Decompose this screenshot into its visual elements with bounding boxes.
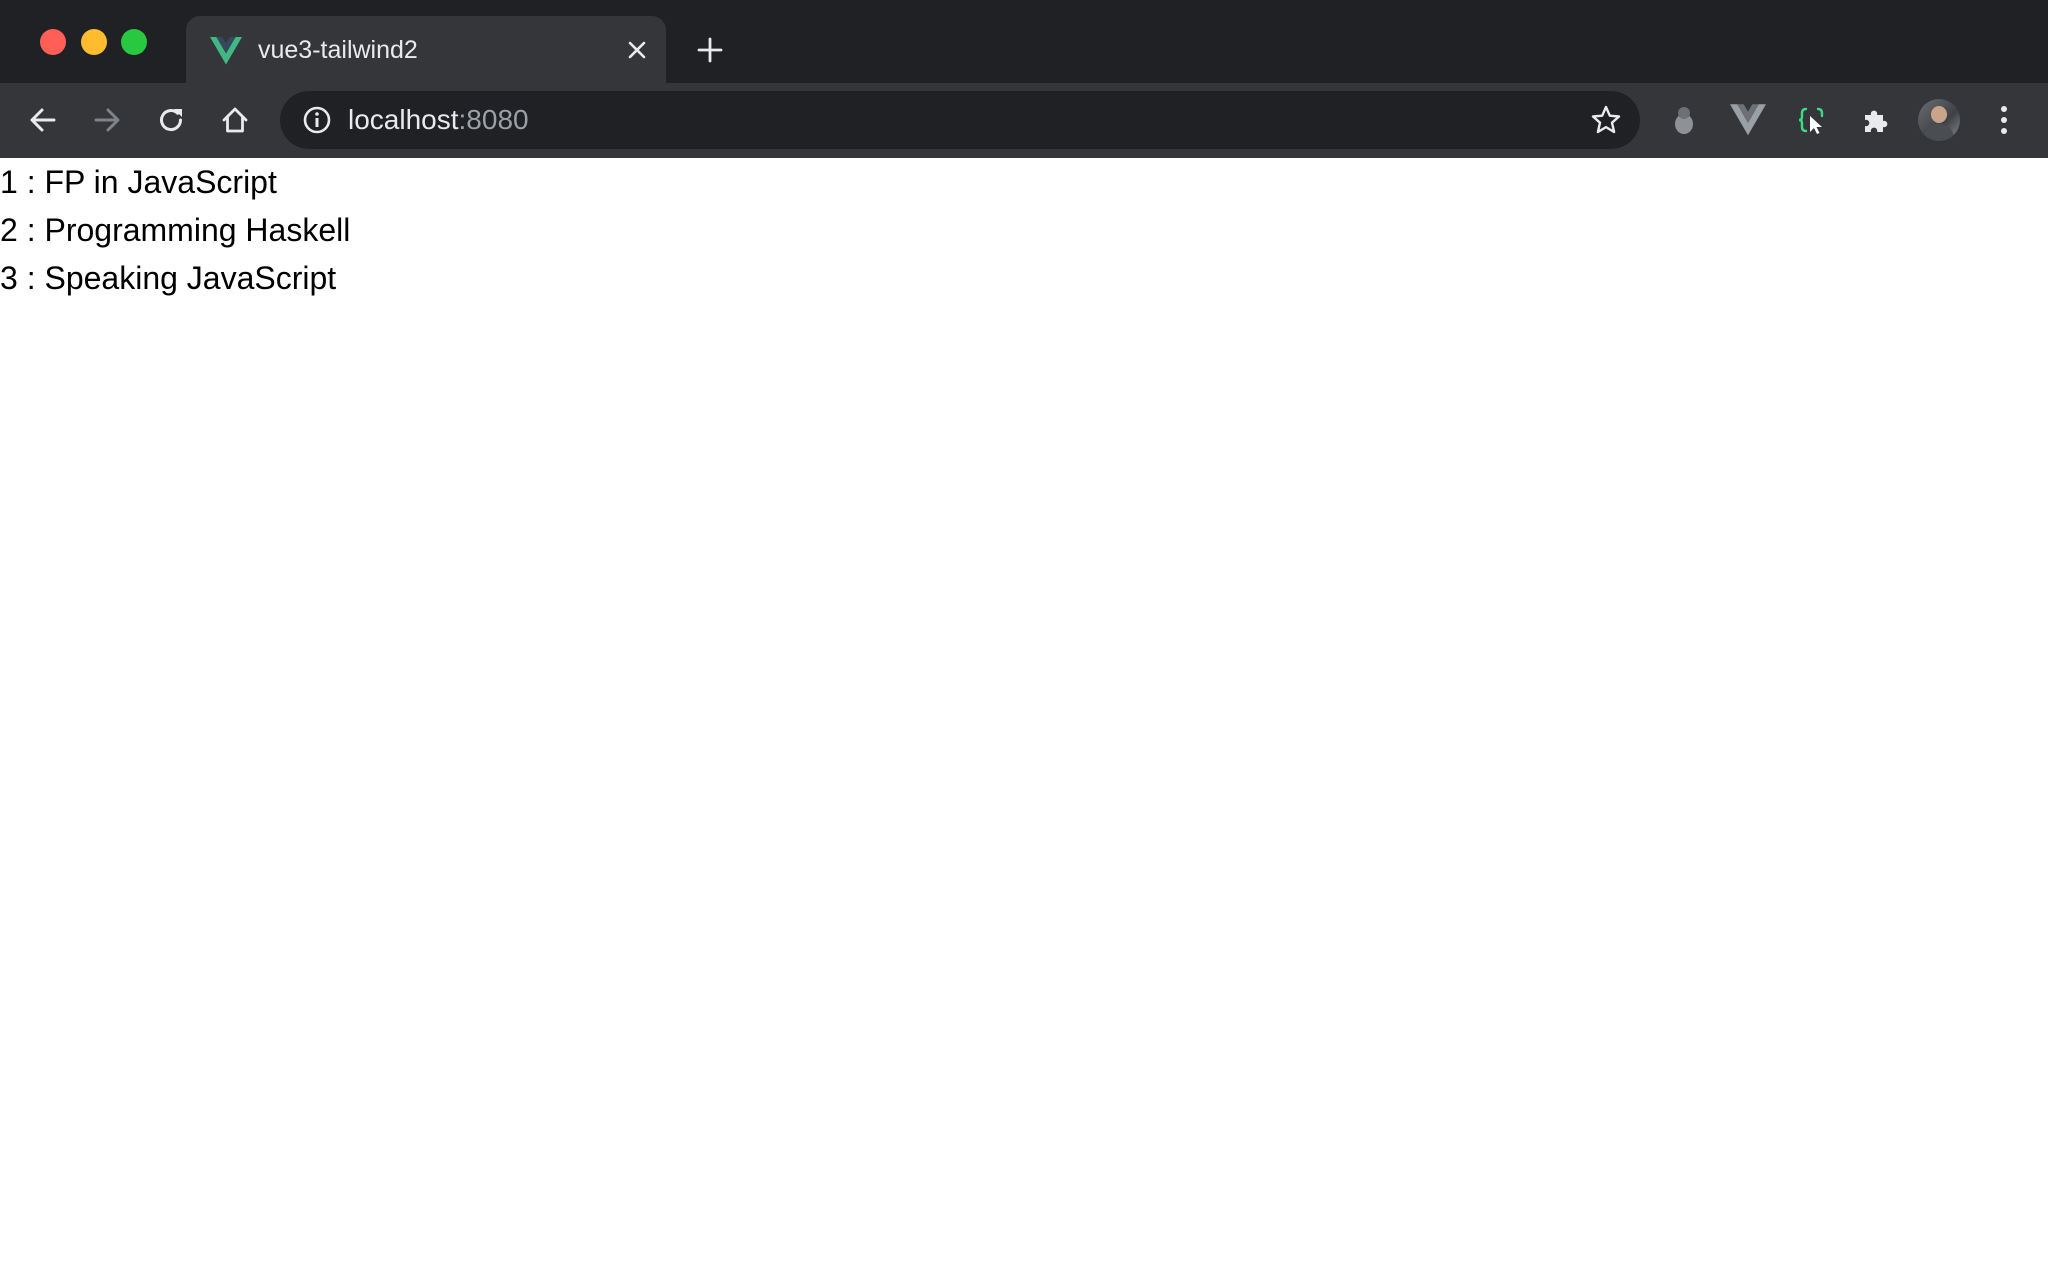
tab-strip: vue3-tailwind2 [0, 0, 2048, 83]
home-button[interactable] [212, 97, 258, 143]
tab-title: vue3-tailwind2 [258, 36, 418, 64]
book-item: 2 : Programming Haskell [0, 210, 350, 250]
back-button[interactable] [20, 97, 66, 143]
book-title: Programming Haskell [44, 212, 351, 248]
tab-active[interactable]: vue3-tailwind2 [186, 16, 666, 83]
maximize-window-button[interactable] [121, 29, 147, 55]
close-icon [628, 41, 646, 59]
url-port: :8080 [458, 104, 529, 135]
selector-extension-icon [1798, 107, 1824, 134]
selector-extension-button[interactable] [1790, 98, 1834, 142]
url-text: localhost:8080 [348, 105, 529, 135]
profile-avatar[interactable] [1918, 99, 1960, 141]
book-item: 1 : FP in JavaScript [0, 162, 277, 202]
info-icon[interactable] [302, 105, 332, 135]
home-icon [222, 107, 248, 133]
extension-grey-button[interactable] [1662, 98, 1706, 142]
extensions-button[interactable] [1854, 98, 1898, 142]
new-tab-button[interactable] [690, 30, 730, 70]
page-content: 1 : FP in JavaScript 2 : Programming Has… [0, 158, 2048, 1280]
book-separator: : [17, 260, 45, 296]
book-separator: : [17, 164, 45, 200]
puzzle-icon [1865, 110, 1888, 132]
browser-window: vue3-tailwind2 localhost:8080 1: FP in … [0, 0, 2048, 1280]
tab-close-button[interactable] [620, 33, 654, 67]
close-window-button[interactable] [40, 29, 66, 55]
book-id: 3 [0, 260, 18, 296]
kebab-menu-icon [2001, 106, 2007, 134]
grey-extension-icon [1675, 107, 1693, 134]
arrow-right-icon [94, 108, 120, 132]
book-title: Speaking JavaScript [44, 260, 337, 296]
vue-devtools-button[interactable] [1726, 98, 1770, 142]
book-id: 1 [0, 164, 18, 200]
book-id: 2 [0, 212, 18, 248]
arrow-left-icon [30, 108, 56, 132]
book-separator: : [17, 212, 45, 248]
forward-button[interactable] [84, 97, 130, 143]
vue-logo-icon [210, 37, 242, 65]
reload-icon [160, 109, 183, 132]
browser-toolbar: localhost:8080 [0, 83, 2048, 158]
star-icon[interactable] [1590, 104, 1622, 136]
vue-devtools-icon [1730, 104, 1766, 136]
plus-icon [697, 37, 723, 63]
book-item: 3 : Speaking JavaScript [0, 258, 336, 298]
url-host: localhost [348, 104, 459, 135]
address-bar[interactable]: localhost:8080 [280, 91, 1640, 149]
browser-menu-button[interactable] [1982, 98, 2026, 142]
minimize-window-button[interactable] [81, 29, 107, 55]
avatar-body [1924, 124, 1954, 141]
avatar-head [1931, 106, 1947, 123]
reload-button[interactable] [148, 97, 194, 143]
book-title: FP in JavaScript [44, 164, 277, 200]
